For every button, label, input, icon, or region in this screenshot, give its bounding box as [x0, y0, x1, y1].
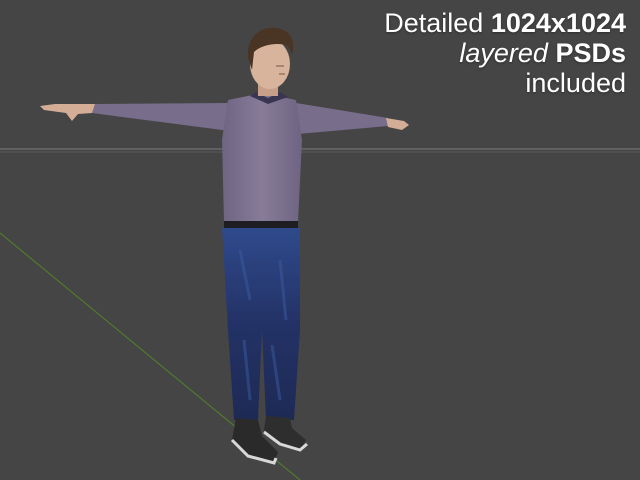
right-hand: [386, 118, 409, 130]
left-hand: [40, 104, 95, 121]
caption-line-2: layered PSDs: [384, 38, 626, 68]
promo-caption: Detailed 1024x1024 layered PSDs included: [384, 8, 626, 99]
torso-shirt: [222, 93, 302, 222]
caption-detailed: Detailed: [384, 8, 491, 38]
caption-psds: PSDs: [555, 38, 626, 69]
caption-layered: layered: [459, 38, 548, 69]
jeans: [222, 228, 300, 420]
left-arm: [92, 103, 230, 131]
caption-resolution: 1024x1024: [490, 8, 626, 38]
character-model[interactable]: [40, 27, 409, 465]
caption-line-3: included: [525, 68, 626, 99]
right-arm: [296, 103, 388, 134]
3d-viewport[interactable]: Detailed 1024x1024 layered PSDs included: [0, 0, 640, 480]
caption-line-1: Detailed 1024x1024: [384, 8, 626, 38]
